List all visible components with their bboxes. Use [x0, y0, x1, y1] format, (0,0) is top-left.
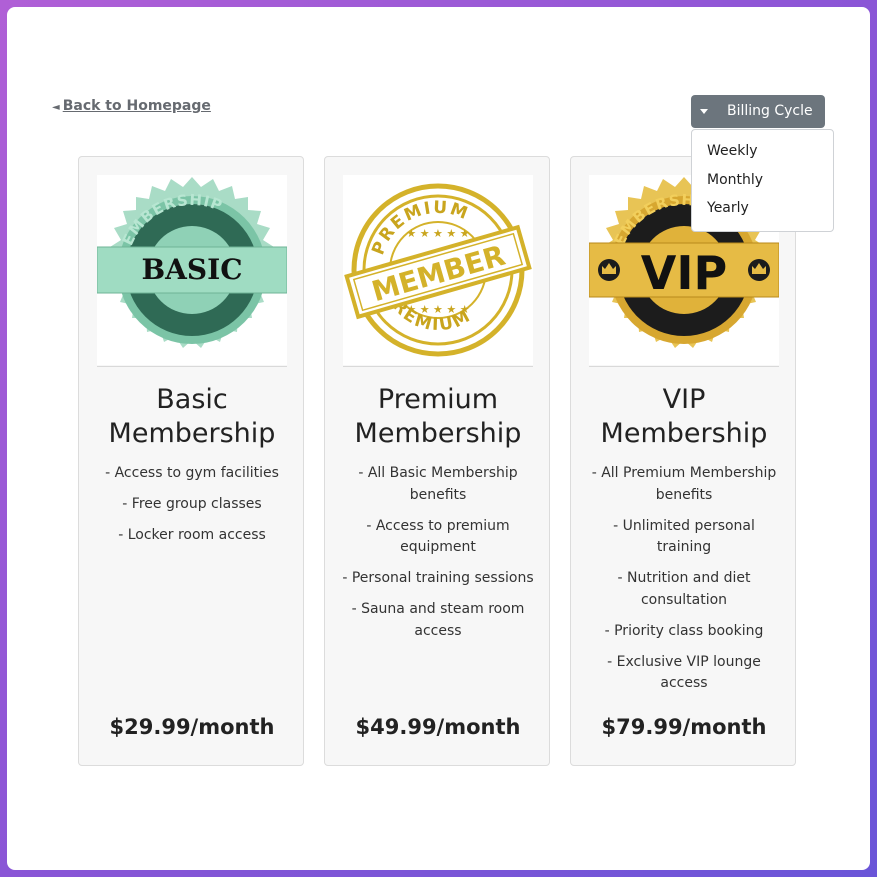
plan-features: - All Basic Membership benefits - Access…: [341, 463, 535, 652]
back-arrow-icon: ◄: [52, 102, 60, 113]
feature-item: - Access to premium equipment: [366, 517, 510, 556]
billing-option-yearly[interactable]: Yearly: [692, 196, 833, 225]
svg-text:★ ★ ★ ★ ★: ★ ★ ★ ★ ★: [406, 303, 469, 316]
billing-cycle-label: Billing Cycle: [727, 103, 813, 119]
plan-features: - Access to gym facilities - Free group …: [95, 463, 289, 556]
plan-card-basic: MEMBERSHIP BASIC Basic Membership - Acce…: [78, 156, 304, 766]
feature-item: - Unlimited personal training: [613, 517, 755, 556]
svg-text:VIP: VIP: [641, 246, 727, 300]
basic-badge-seal-icon: MEMBERSHIP BASIC: [96, 177, 288, 348]
feature-item: - Sauna and steam room access: [351, 601, 525, 639]
feature-item: - Priority class booking: [604, 622, 764, 639]
feature-item: - Nutrition and diet consultation: [617, 570, 751, 608]
page-panel: ◄ Back to Homepage Billing Cycle Weekly M…: [7, 7, 870, 870]
premium-badge-image: PREMIUM PREMIUM ★ ★ ★ ★ ★ ★ ★ ★ ★ ★ MEMB…: [343, 175, 533, 365]
svg-text:★ ★ ★ ★ ★: ★ ★ ★ ★ ★: [406, 227, 469, 240]
billing-cycle-button[interactable]: Billing Cycle: [691, 95, 825, 128]
feature-item: - Access to gym facilities: [105, 465, 279, 481]
feature-item: - All Premium Membership benefits: [591, 465, 777, 503]
plan-features: - All Premium Membership benefits - Unli…: [587, 463, 781, 704]
premium-badge-stamp-icon: PREMIUM PREMIUM ★ ★ ★ ★ ★ ★ ★ ★ ★ ★ MEMB…: [344, 183, 532, 357]
basic-badge-image: MEMBERSHIP BASIC: [96, 175, 288, 365]
feature-item: - Locker room access: [118, 527, 266, 543]
plan-title: VIP Membership: [600, 384, 768, 449]
plan-card-premium: PREMIUM PREMIUM ★ ★ ★ ★ ★ ★ ★ ★ ★ ★ MEMB…: [324, 156, 550, 766]
billing-option-weekly[interactable]: Weekly: [692, 139, 833, 168]
caret-down-icon: [700, 109, 708, 114]
billing-option-monthly[interactable]: Monthly: [692, 168, 833, 197]
billing-cycle-dropdown: Weekly Monthly Yearly: [691, 129, 834, 232]
plan-price: $79.99/month: [601, 715, 767, 739]
svg-text:BASIC: BASIC: [142, 253, 243, 286]
plan-price: $29.99/month: [109, 715, 275, 739]
back-link-label: Back to Homepage: [62, 98, 211, 114]
plan-card-vip: MEMBERSHIP VIP VIP Membership - All Prem…: [570, 156, 796, 766]
feature-item: - Exclusive VIP lounge access: [607, 653, 761, 692]
back-to-homepage-link[interactable]: ◄ Back to Homepage: [52, 98, 211, 114]
feature-item: - Free group classes: [122, 496, 262, 512]
card-divider: [589, 366, 779, 367]
card-divider: [343, 366, 533, 367]
card-divider: [97, 366, 287, 367]
plan-title: Basic Membership: [108, 384, 276, 449]
feature-item: - All Basic Membership benefits: [358, 465, 518, 503]
feature-item: - Personal training sessions: [342, 570, 534, 586]
plan-title: Premium Membership: [354, 384, 522, 449]
plan-price: $49.99/month: [355, 715, 521, 739]
